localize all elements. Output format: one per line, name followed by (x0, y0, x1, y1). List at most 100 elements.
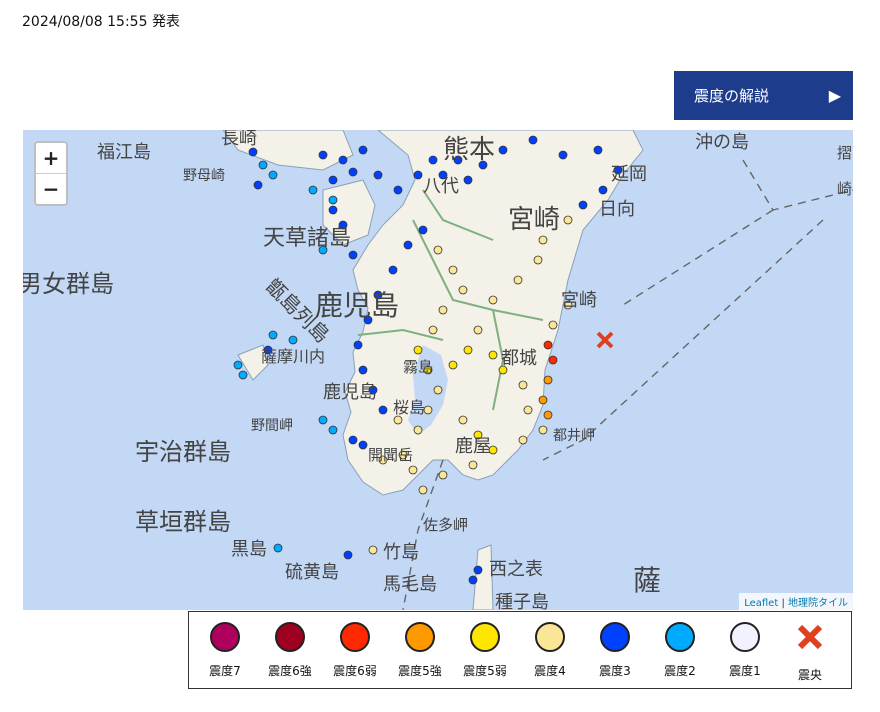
station-marker[interactable] (598, 185, 608, 195)
station-marker[interactable] (393, 415, 403, 425)
station-marker[interactable] (538, 395, 548, 405)
station-marker[interactable] (538, 235, 548, 245)
place-label: 黒島 (231, 539, 267, 560)
epicenter-marker (596, 331, 614, 349)
station-marker[interactable] (533, 255, 543, 265)
station-marker[interactable] (433, 245, 443, 255)
zoom-in-button[interactable]: + (36, 143, 66, 174)
station-marker[interactable] (518, 435, 528, 445)
station-marker[interactable] (423, 405, 433, 415)
gsi-tiles-link[interactable]: 地理院タイル (788, 598, 848, 609)
legend-label: 震度5弱 (463, 664, 507, 678)
station-marker[interactable] (488, 295, 498, 305)
legend-item-epicenter: 震央 (779, 622, 841, 683)
station-marker[interactable] (308, 185, 318, 195)
station-marker[interactable] (498, 145, 508, 155)
station-marker[interactable] (288, 335, 298, 345)
station-marker[interactable] (543, 375, 553, 385)
station-marker[interactable] (328, 205, 338, 215)
station-marker[interactable] (473, 565, 483, 575)
station-marker[interactable] (488, 350, 498, 360)
station-marker[interactable] (348, 435, 358, 445)
station-marker[interactable] (353, 340, 363, 350)
station-marker[interactable] (428, 325, 438, 335)
station-marker[interactable] (393, 185, 403, 195)
station-marker[interactable] (428, 155, 438, 165)
station-marker[interactable] (233, 360, 243, 370)
station-marker[interactable] (433, 385, 443, 395)
station-marker[interactable] (463, 175, 473, 185)
station-marker[interactable] (448, 265, 458, 275)
station-marker[interactable] (438, 305, 448, 315)
station-marker[interactable] (468, 460, 478, 470)
station-marker[interactable] (403, 240, 413, 250)
station-marker[interactable] (348, 250, 358, 260)
station-marker[interactable] (253, 180, 263, 190)
station-marker[interactable] (358, 440, 368, 450)
place-label: 沖の島 (695, 132, 749, 153)
legend-swatch-shindo-5-lower (470, 622, 500, 652)
station-marker[interactable] (413, 425, 423, 435)
station-marker[interactable] (373, 170, 383, 180)
station-marker[interactable] (318, 415, 328, 425)
legend-swatch-shindo-1 (730, 622, 760, 652)
station-marker[interactable] (468, 575, 478, 585)
place-label: 天草諸島 (263, 226, 351, 251)
station-marker[interactable] (358, 145, 368, 155)
station-marker[interactable] (238, 370, 248, 380)
station-marker[interactable] (448, 360, 458, 370)
station-marker[interactable] (268, 330, 278, 340)
place-label: 長崎 (221, 130, 257, 149)
station-marker[interactable] (368, 545, 378, 555)
place-label: 延岡 (611, 164, 647, 185)
station-marker[interactable] (518, 380, 528, 390)
station-marker[interactable] (343, 550, 353, 560)
station-marker[interactable] (523, 405, 533, 415)
station-marker[interactable] (458, 415, 468, 425)
legend-swatch-shindo-3 (600, 622, 630, 652)
place-label: 摺 (837, 144, 852, 162)
station-marker[interactable] (458, 285, 468, 295)
station-marker[interactable] (513, 275, 523, 285)
leaflet-link[interactable]: Leaflet (744, 598, 778, 609)
zoom-out-button[interactable]: − (36, 174, 66, 204)
station-marker[interactable] (318, 150, 328, 160)
place-label: 竹島 (383, 542, 419, 563)
station-marker[interactable] (408, 465, 418, 475)
station-marker[interactable] (463, 345, 473, 355)
intensity-explanation-button[interactable]: 震度の解説 ▶ (674, 71, 853, 120)
station-marker[interactable] (358, 365, 368, 375)
station-marker[interactable] (418, 485, 428, 495)
station-marker[interactable] (418, 225, 428, 235)
station-marker[interactable] (413, 345, 423, 355)
station-marker[interactable] (388, 265, 398, 275)
station-marker[interactable] (268, 170, 278, 180)
station-marker[interactable] (538, 425, 548, 435)
place-label: 鹿児島 (315, 289, 399, 322)
station-marker[interactable] (328, 195, 338, 205)
station-marker[interactable] (548, 355, 558, 365)
station-marker[interactable] (248, 147, 258, 157)
legend-swatch-shindo-4 (535, 622, 565, 652)
station-marker[interactable] (548, 320, 558, 330)
station-marker[interactable] (258, 160, 268, 170)
station-marker[interactable] (348, 167, 358, 177)
station-marker[interactable] (273, 543, 283, 553)
station-marker[interactable] (328, 425, 338, 435)
station-marker[interactable] (413, 170, 423, 180)
station-marker[interactable] (473, 325, 483, 335)
station-marker[interactable] (378, 405, 388, 415)
station-marker[interactable] (593, 145, 603, 155)
intensity-legend: 震度7 震度6強 震度6弱 震度5強 震度5弱 震度4 震度3 震度2 震度1 … (188, 611, 852, 689)
station-marker[interactable] (543, 340, 553, 350)
station-marker[interactable] (563, 215, 573, 225)
station-marker[interactable] (543, 410, 553, 420)
station-marker[interactable] (558, 150, 568, 160)
station-marker[interactable] (438, 470, 448, 480)
legend-swatch-shindo-6-upper (275, 622, 305, 652)
station-marker[interactable] (328, 175, 338, 185)
station-marker[interactable] (338, 155, 348, 165)
station-marker[interactable] (528, 135, 538, 145)
station-marker[interactable] (578, 200, 588, 210)
seismic-intensity-map[interactable]: 長崎 福江島 野母崎 熊本 八代 天草諸島 男女群島 鹿児島 甑島列島 薩摩川内… (23, 130, 853, 610)
